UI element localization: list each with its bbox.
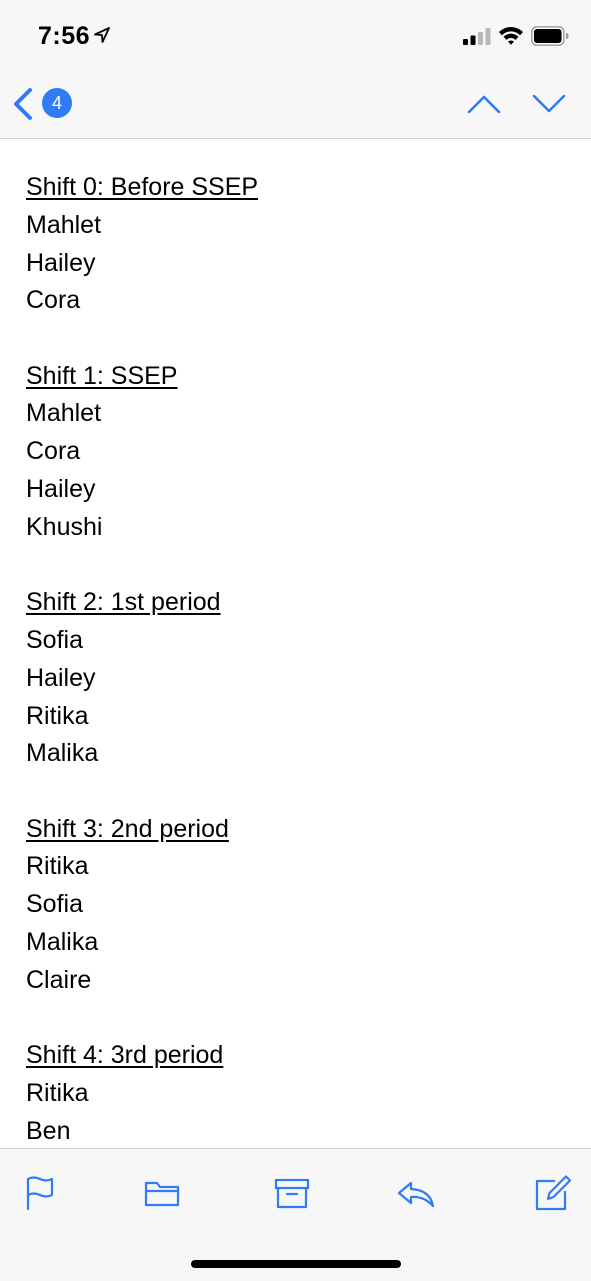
next-message-button[interactable]: [531, 90, 567, 118]
back-button[interactable]: 4: [10, 84, 80, 124]
reply-icon: [397, 1181, 435, 1208]
archive-button[interactable]: [272, 1173, 312, 1213]
volunteer-name: Mahlet: [26, 210, 102, 239]
message-toolbar: [0, 1148, 591, 1281]
volunteer-name: Ritika: [26, 701, 89, 730]
navigation-bar: 4: [0, 70, 591, 139]
volunteer-name: Cora: [26, 286, 81, 315]
compose-icon: [535, 1175, 572, 1211]
volunteer-name: Ritika: [26, 1078, 89, 1107]
chevron-down-icon: [532, 94, 566, 113]
message-body: Shift 0: Before SSEP Mahlet Hailey Cora …: [26, 169, 566, 1149]
compose-button[interactable]: [533, 1173, 573, 1213]
volunteer-name: Malika: [26, 928, 99, 957]
reply-button[interactable]: [396, 1173, 436, 1213]
shift-section: Shift 0: Before SSEP Mahlet Hailey Cora: [26, 169, 566, 320]
shift-heading: Shift 3: 2nd period: [26, 814, 229, 843]
archive-icon: [274, 1178, 310, 1209]
volunteer-name: Hailey: [26, 475, 96, 504]
previous-message-button[interactable]: [466, 90, 502, 118]
chevron-up-icon: [467, 95, 501, 114]
folder-icon: [144, 1181, 180, 1207]
volunteer-name: Sofia: [26, 890, 83, 919]
shift-section: Shift 1: SSEP Mahlet Cora Hailey Khushi: [26, 358, 566, 547]
volunteer-name: Ben: [26, 1116, 71, 1145]
shift-heading: Shift 2: 1st period: [26, 588, 221, 617]
unread-count-badge: 4: [42, 88, 72, 118]
volunteer-name: Hailey: [26, 248, 96, 277]
flag-icon: [26, 1176, 54, 1211]
shift-section: Shift 2: 1st period Sofia Hailey Ritika …: [26, 584, 566, 773]
volunteer-name: Malika: [26, 739, 99, 768]
flag-button[interactable]: [20, 1173, 60, 1213]
wifi-icon: [499, 27, 523, 45]
chevron-left-icon: [14, 88, 32, 120]
home-indicator[interactable]: [191, 1260, 401, 1268]
volunteer-name: Mahlet: [26, 399, 102, 428]
cellular-signal-icon: [463, 28, 491, 45]
shift-heading: Shift 0: Before SSEP: [26, 173, 259, 201]
volunteer-name: Sofia: [26, 625, 83, 654]
volunteer-name: Hailey: [26, 663, 96, 692]
volunteer-name: Cora: [26, 437, 81, 466]
volunteer-name: Ritika: [26, 852, 89, 881]
location-arrow-icon: [94, 27, 110, 43]
shift-section: Shift 3: 2nd period Ritika Sofia Malika …: [26, 811, 566, 1000]
move-to-folder-button[interactable]: [142, 1173, 182, 1213]
shift-section: Shift 4: 3rd period Ritika Ben: [26, 1037, 566, 1149]
status-bar: 7:56: [0, 0, 591, 70]
volunteer-name: Claire: [26, 965, 92, 994]
status-time: 7:56: [38, 22, 91, 50]
shift-heading: Shift 4: 3rd period: [26, 1041, 224, 1070]
volunteer-name: Khushi: [26, 512, 103, 541]
shift-heading: Shift 1: SSEP: [26, 361, 178, 390]
battery-icon: [531, 26, 569, 46]
